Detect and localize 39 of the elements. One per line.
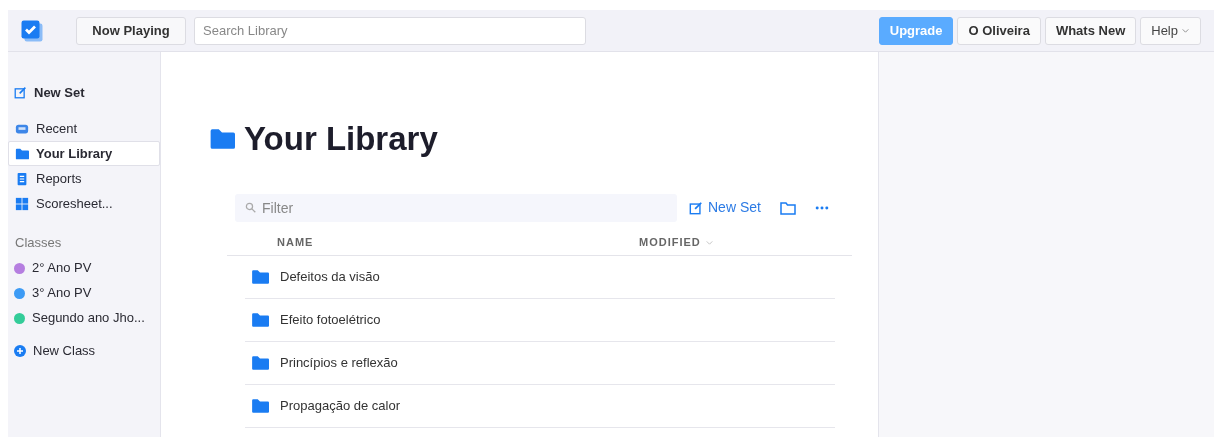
- plus-circle-icon: [14, 345, 26, 357]
- folder-icon: [251, 353, 269, 372]
- new-folder-button[interactable]: [778, 199, 797, 216]
- checkbox-logo-icon: [20, 18, 44, 43]
- folder-icon: [15, 146, 29, 161]
- class-item[interactable]: 3° Ano PV: [8, 280, 160, 306]
- search-icon: [245, 201, 256, 213]
- sidebar-item[interactable]: Recent: [8, 116, 160, 141]
- help-dropdown[interactable]: Help: [1140, 16, 1201, 45]
- document-icon: [15, 171, 29, 186]
- section-heading: Classes: [14, 234, 63, 252]
- edit-icon: [689, 200, 703, 215]
- edit-icon: [14, 86, 27, 99]
- header-button[interactable]: Whats New: [1044, 16, 1137, 45]
- filter-field[interactable]: Filter: [235, 193, 677, 222]
- grid-icon: [15, 196, 29, 211]
- column-header: NAME: [277, 234, 315, 250]
- new-set-button[interactable]: New Set: [689, 197, 761, 218]
- folder-name[interactable]: Propagação de calor: [280, 395, 400, 416]
- sidebar-item[interactable]: Scoresheet...: [8, 191, 160, 216]
- header-button[interactable]: O Oliveira: [957, 16, 1041, 45]
- folder-icon: [251, 396, 269, 415]
- sidebar-item[interactable]: Your Library: [8, 141, 160, 166]
- column-header[interactable]: MODIFIED: [639, 233, 714, 251]
- sidebar-item[interactable]: Reports: [8, 166, 160, 191]
- class-item[interactable]: Segundo ano Jho...: [8, 305, 160, 331]
- class-item[interactable]: 2° Ano PV: [8, 255, 160, 281]
- new-set-link[interactable]: New Set: [8, 80, 160, 105]
- folder-icon: [251, 310, 269, 329]
- folder-name[interactable]: Efeito fotoelétrico: [280, 309, 381, 330]
- new-class-link[interactable]: New Class: [8, 338, 160, 364]
- folder-name[interactable]: Defeitos da visão: [280, 266, 380, 287]
- folder-outline-icon: [778, 199, 797, 216]
- page-title: Your Library: [244, 119, 438, 159]
- chevron-down-icon: [1181, 26, 1190, 35]
- folder-name[interactable]: Princípios e reflexão: [280, 352, 398, 373]
- search-field[interactable]: Search Library: [194, 16, 586, 45]
- folder-icon: [251, 267, 269, 286]
- now-playing-button[interactable]: Now Playing: [76, 16, 186, 45]
